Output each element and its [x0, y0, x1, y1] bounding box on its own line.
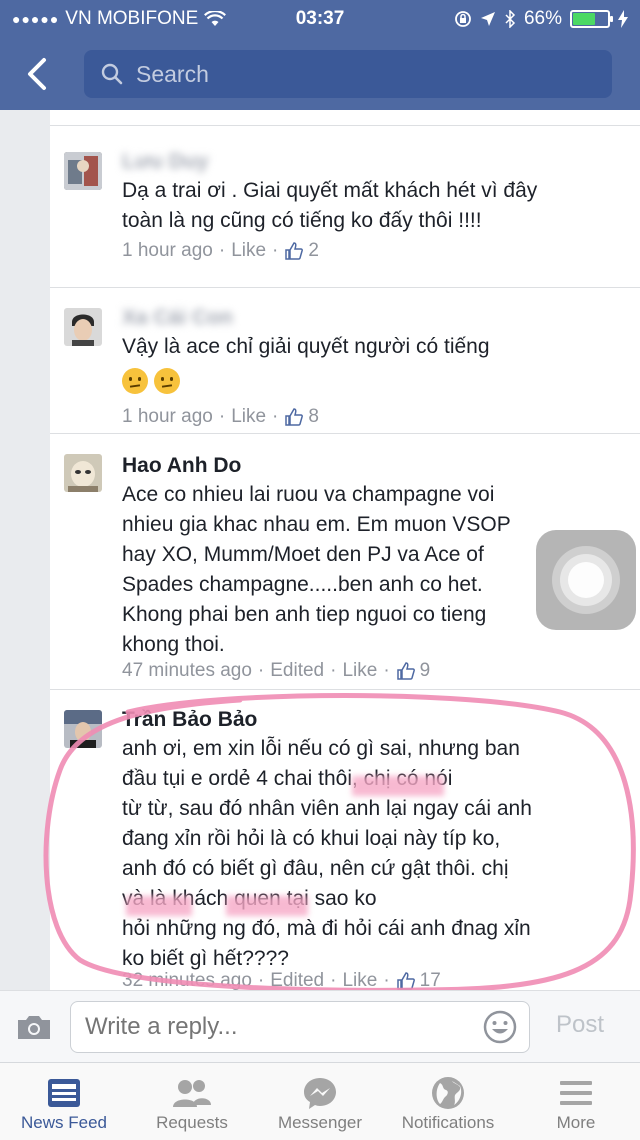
edited-label[interactable]: Edited	[270, 660, 324, 682]
charging-icon	[618, 10, 628, 28]
edited-label[interactable]: Edited	[270, 970, 324, 990]
tab-notifications[interactable]: Notifications	[384, 1063, 512, 1140]
avatar[interactable]	[64, 710, 102, 748]
chevron-left-icon	[28, 58, 46, 90]
orientation-lock-icon	[455, 11, 471, 27]
comment-item: Lưu Duy Dạ a trai ơi . Giai quyết mất kh…	[50, 126, 640, 288]
like-count[interactable]: 9	[396, 660, 431, 682]
comment-meta: 1 hour ago · Like · 8	[122, 406, 319, 428]
tab-label: Requests	[156, 1113, 228, 1132]
comment-item: Trần Bảo Bảo anh ơi, em xin lỗi nếu có g…	[50, 690, 640, 990]
battery-percent: 66%	[523, 8, 562, 29]
confused-emoji-icon	[122, 368, 148, 394]
redaction-mark	[126, 896, 192, 916]
reply-bar: Post	[0, 990, 640, 1062]
camera-icon[interactable]	[16, 1013, 52, 1041]
commenter-name[interactable]: Hao Anh Do	[122, 454, 241, 478]
emoji-row	[122, 368, 186, 394]
search-icon	[101, 63, 123, 85]
comment-item: Xa Cái Con Vậy là ace chỉ giải quyết ngư…	[50, 288, 640, 434]
location-icon	[480, 12, 495, 26]
thumbs-up-icon	[396, 662, 415, 680]
comment-text: Vậy là ace chỉ giải quyết người có tiếng	[122, 335, 490, 358]
list-item	[50, 110, 640, 126]
like-count-value: 17	[419, 970, 441, 990]
friend-requests-icon	[173, 1080, 211, 1107]
thumbs-up-icon	[285, 242, 304, 260]
news-feed-icon	[48, 1079, 80, 1107]
tab-messenger[interactable]: Messenger	[256, 1063, 384, 1140]
tab-more[interactable]: More	[512, 1063, 640, 1140]
like-count[interactable]: 17	[396, 970, 441, 990]
menu-icon	[560, 1081, 592, 1105]
top-bar: ●●●●● VN MOBIFONE 03:37 66% Search	[0, 0, 640, 110]
like-link[interactable]: Like	[231, 406, 266, 428]
reply-input[interactable]	[70, 1001, 530, 1053]
status-bar: ●●●●● VN MOBIFONE 03:37 66%	[0, 0, 640, 38]
comment-time[interactable]: 1 hour ago	[122, 406, 213, 428]
tab-requests[interactable]: Requests	[128, 1063, 256, 1140]
battery-level	[573, 13, 595, 25]
avatar[interactable]	[64, 454, 102, 492]
nav-bar: Search	[0, 44, 640, 104]
messenger-icon	[304, 1078, 336, 1109]
avatar[interactable]	[64, 308, 102, 346]
commenter-name[interactable]: Lưu Duy	[122, 150, 208, 174]
tab-news-feed[interactable]: News Feed	[0, 1063, 128, 1140]
redaction-mark	[352, 776, 444, 796]
tab-label: News Feed	[21, 1113, 107, 1132]
comment-text: anh ơi, em xin lỗi nếu có gì sai, nhưng …	[122, 737, 532, 970]
like-count-value: 9	[419, 660, 431, 681]
like-link[interactable]: Like	[342, 660, 377, 682]
tab-label: More	[556, 1113, 596, 1132]
thumbs-up-icon	[396, 972, 415, 990]
bluetooth-icon	[505, 10, 516, 28]
like-count[interactable]: 8	[284, 406, 319, 428]
battery-icon	[570, 10, 613, 28]
like-link[interactable]: Like	[342, 970, 377, 990]
tab-label: Messenger	[277, 1113, 363, 1132]
assistive-touch-button[interactable]	[536, 530, 636, 630]
comment-meta: 1 hour ago · Like · 2	[122, 240, 319, 262]
commenter-name[interactable]: Trần Bảo Bảo	[122, 708, 257, 732]
redaction-mark	[226, 896, 308, 916]
commenter-name[interactable]: Xa Cái Con	[122, 306, 233, 330]
like-count-value: 8	[308, 406, 319, 427]
post-button[interactable]: Post	[556, 1011, 604, 1039]
like-link[interactable]: Like	[231, 240, 266, 262]
search-input[interactable]: Search	[84, 50, 612, 98]
comment-text: Dạ a trai ơi . Giai quyết mất khách hét …	[122, 179, 538, 232]
like-count-value: 2	[308, 240, 319, 261]
emoji-picker-icon[interactable]	[482, 1009, 518, 1045]
confused-emoji-icon	[154, 368, 180, 394]
comment-meta: 47 minutes ago · Edited · Like · 9	[122, 660, 431, 682]
search-placeholder: Search	[136, 60, 209, 87]
tab-bar: News Feed Requests Messenger Notificatio…	[0, 1062, 640, 1140]
comment-time[interactable]: 32 minutes ago	[122, 970, 252, 990]
tab-label: Notifications	[401, 1113, 495, 1132]
back-button[interactable]	[22, 56, 52, 92]
avatar[interactable]	[64, 152, 102, 190]
like-count[interactable]: 2	[284, 240, 319, 262]
comment-meta: 32 minutes ago · Edited · Like · 17	[122, 970, 441, 990]
comment-time[interactable]: 47 minutes ago	[122, 660, 252, 682]
comment-time[interactable]: 1 hour ago	[122, 240, 213, 262]
globe-icon	[432, 1077, 464, 1109]
thumbs-up-icon	[285, 408, 304, 426]
